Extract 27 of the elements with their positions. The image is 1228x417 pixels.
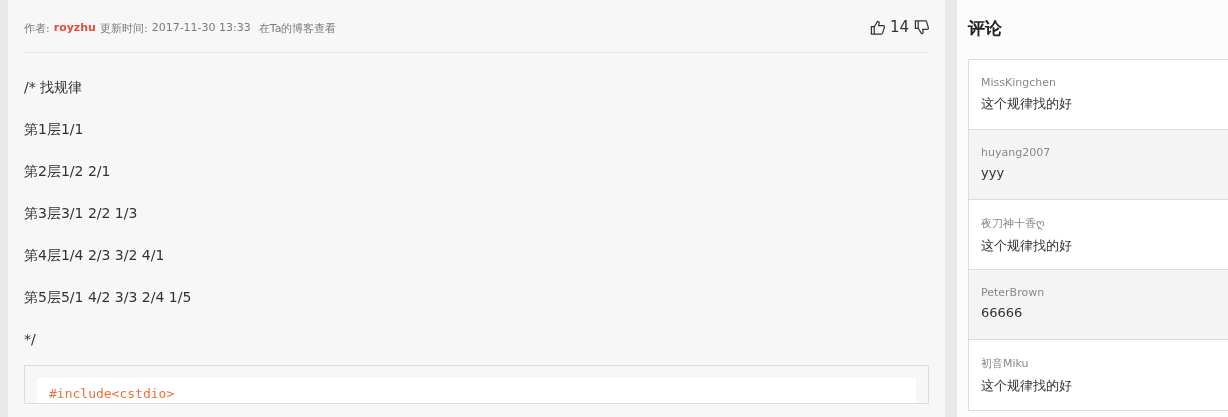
comments-heading: 评论 — [968, 17, 1003, 40]
thumbs-up-icon[interactable] — [869, 19, 885, 35]
text-line: /* 找规律 — [24, 78, 84, 97]
text-line: 第1层1/1 — [24, 120, 85, 139]
text-line: 第3层3/1 2/2 1/3 — [24, 204, 139, 223]
thumbs-down-icon[interactable] — [914, 19, 929, 35]
updated-time: 2017-11-30 13:33 — [151, 20, 251, 36]
text-line: 第4层1/4 2/3 3/2 4/1 — [24, 246, 166, 265]
comment-text: 这个规律找的好 — [981, 377, 1073, 395]
comment-text: 这个规律找的好 — [981, 237, 1073, 255]
blog-link[interactable]: 在Ta的博客查看 — [258, 20, 337, 36]
comment-author[interactable]: PeterBrown — [981, 286, 1216, 299]
code-line: #include<cstdio> — [49, 386, 176, 401]
comment-author[interactable]: 夜刀神十香ღ — [981, 216, 1216, 231]
updated-label: 更新时间: — [99, 20, 148, 36]
comment-text: 这个规律找的好 — [981, 95, 1073, 113]
comment-text: 66666 — [981, 305, 1024, 320]
text-line: 第2层1/2 2/1 — [24, 162, 112, 181]
comment-text: yyy — [981, 165, 1006, 180]
author-link[interactable]: royzhu — [53, 20, 96, 36]
text-line: */ — [24, 330, 37, 349]
comment-author[interactable]: 初音Miku — [981, 356, 1216, 371]
comment-author[interactable]: MissKingchen — [981, 76, 1216, 89]
comment-author[interactable]: huyang2007 — [981, 146, 1216, 159]
vote-count: 14 — [889, 18, 909, 36]
text-line: 第5层5/1 4/2 3/3 2/4 1/5 — [24, 288, 193, 307]
author-label: 作者: — [24, 20, 50, 36]
